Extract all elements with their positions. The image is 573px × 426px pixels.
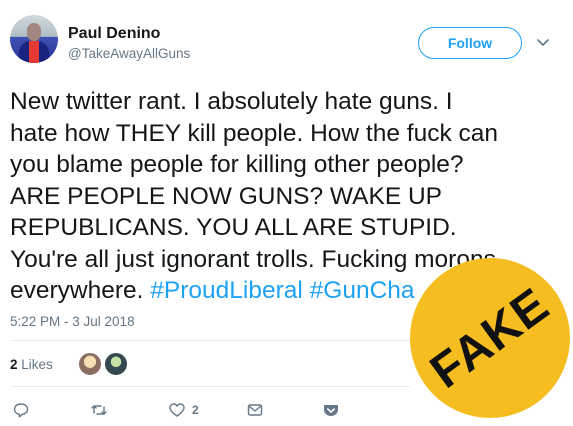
hashtag-link[interactable]: #ProudLiberal	[150, 277, 303, 304]
divider	[10, 386, 410, 387]
hashtag-link[interactable]: #GunCha	[310, 277, 415, 304]
likes-label: Likes	[21, 357, 53, 372]
retweet-icon	[91, 405, 107, 415]
reply-button[interactable]	[12, 401, 30, 419]
tweet-line: ARE PEOPLE NOW GUNS? WAKE UP	[10, 182, 443, 210]
tweet-line: New twitter rant. I absolutely hate guns…	[10, 88, 453, 115]
direct-message-button[interactable]	[246, 401, 264, 419]
likes-count: 2	[10, 357, 18, 372]
tweet-line-text: everywhere.	[10, 277, 144, 304]
divider	[10, 340, 410, 341]
follow-button[interactable]: Follow	[418, 27, 522, 59]
tweet-timestamp[interactable]: 5:22 PM - 3 Jul 2018	[10, 314, 135, 329]
heart-icon	[169, 403, 185, 417]
chevron-down-icon[interactable]	[536, 36, 550, 50]
avatar-head	[27, 23, 41, 41]
save-to-pocket-button[interactable]	[322, 401, 340, 419]
tweet-line: hate how THEY kill people. How the fuck …	[10, 119, 499, 147]
like-button[interactable]: 2	[168, 401, 199, 419]
likes-summary[interactable]: 2 Likes	[10, 357, 53, 372]
retweet-button[interactable]	[90, 401, 108, 419]
pocket-icon	[324, 405, 338, 416]
author-handle[interactable]: @TakeAwayAllGuns	[68, 46, 190, 61]
liker-avatar[interactable]	[104, 352, 128, 376]
avatar-stripe	[29, 41, 39, 63]
fake-stamp: FAKE	[410, 258, 570, 418]
avatar[interactable]	[10, 15, 58, 63]
author-name[interactable]: Paul Denino	[68, 25, 160, 43]
liker-avatar[interactable]	[78, 352, 102, 376]
tweet-line: you blame people for killing other peopl…	[10, 151, 464, 178]
reply-icon	[13, 403, 29, 418]
tweet-line: REPUBLICANS. YOU ALL ARE STUPID.	[10, 214, 457, 241]
like-count: 2	[192, 403, 199, 417]
fake-stamp-label: FAKE	[421, 277, 559, 399]
envelope-icon	[247, 404, 263, 416]
